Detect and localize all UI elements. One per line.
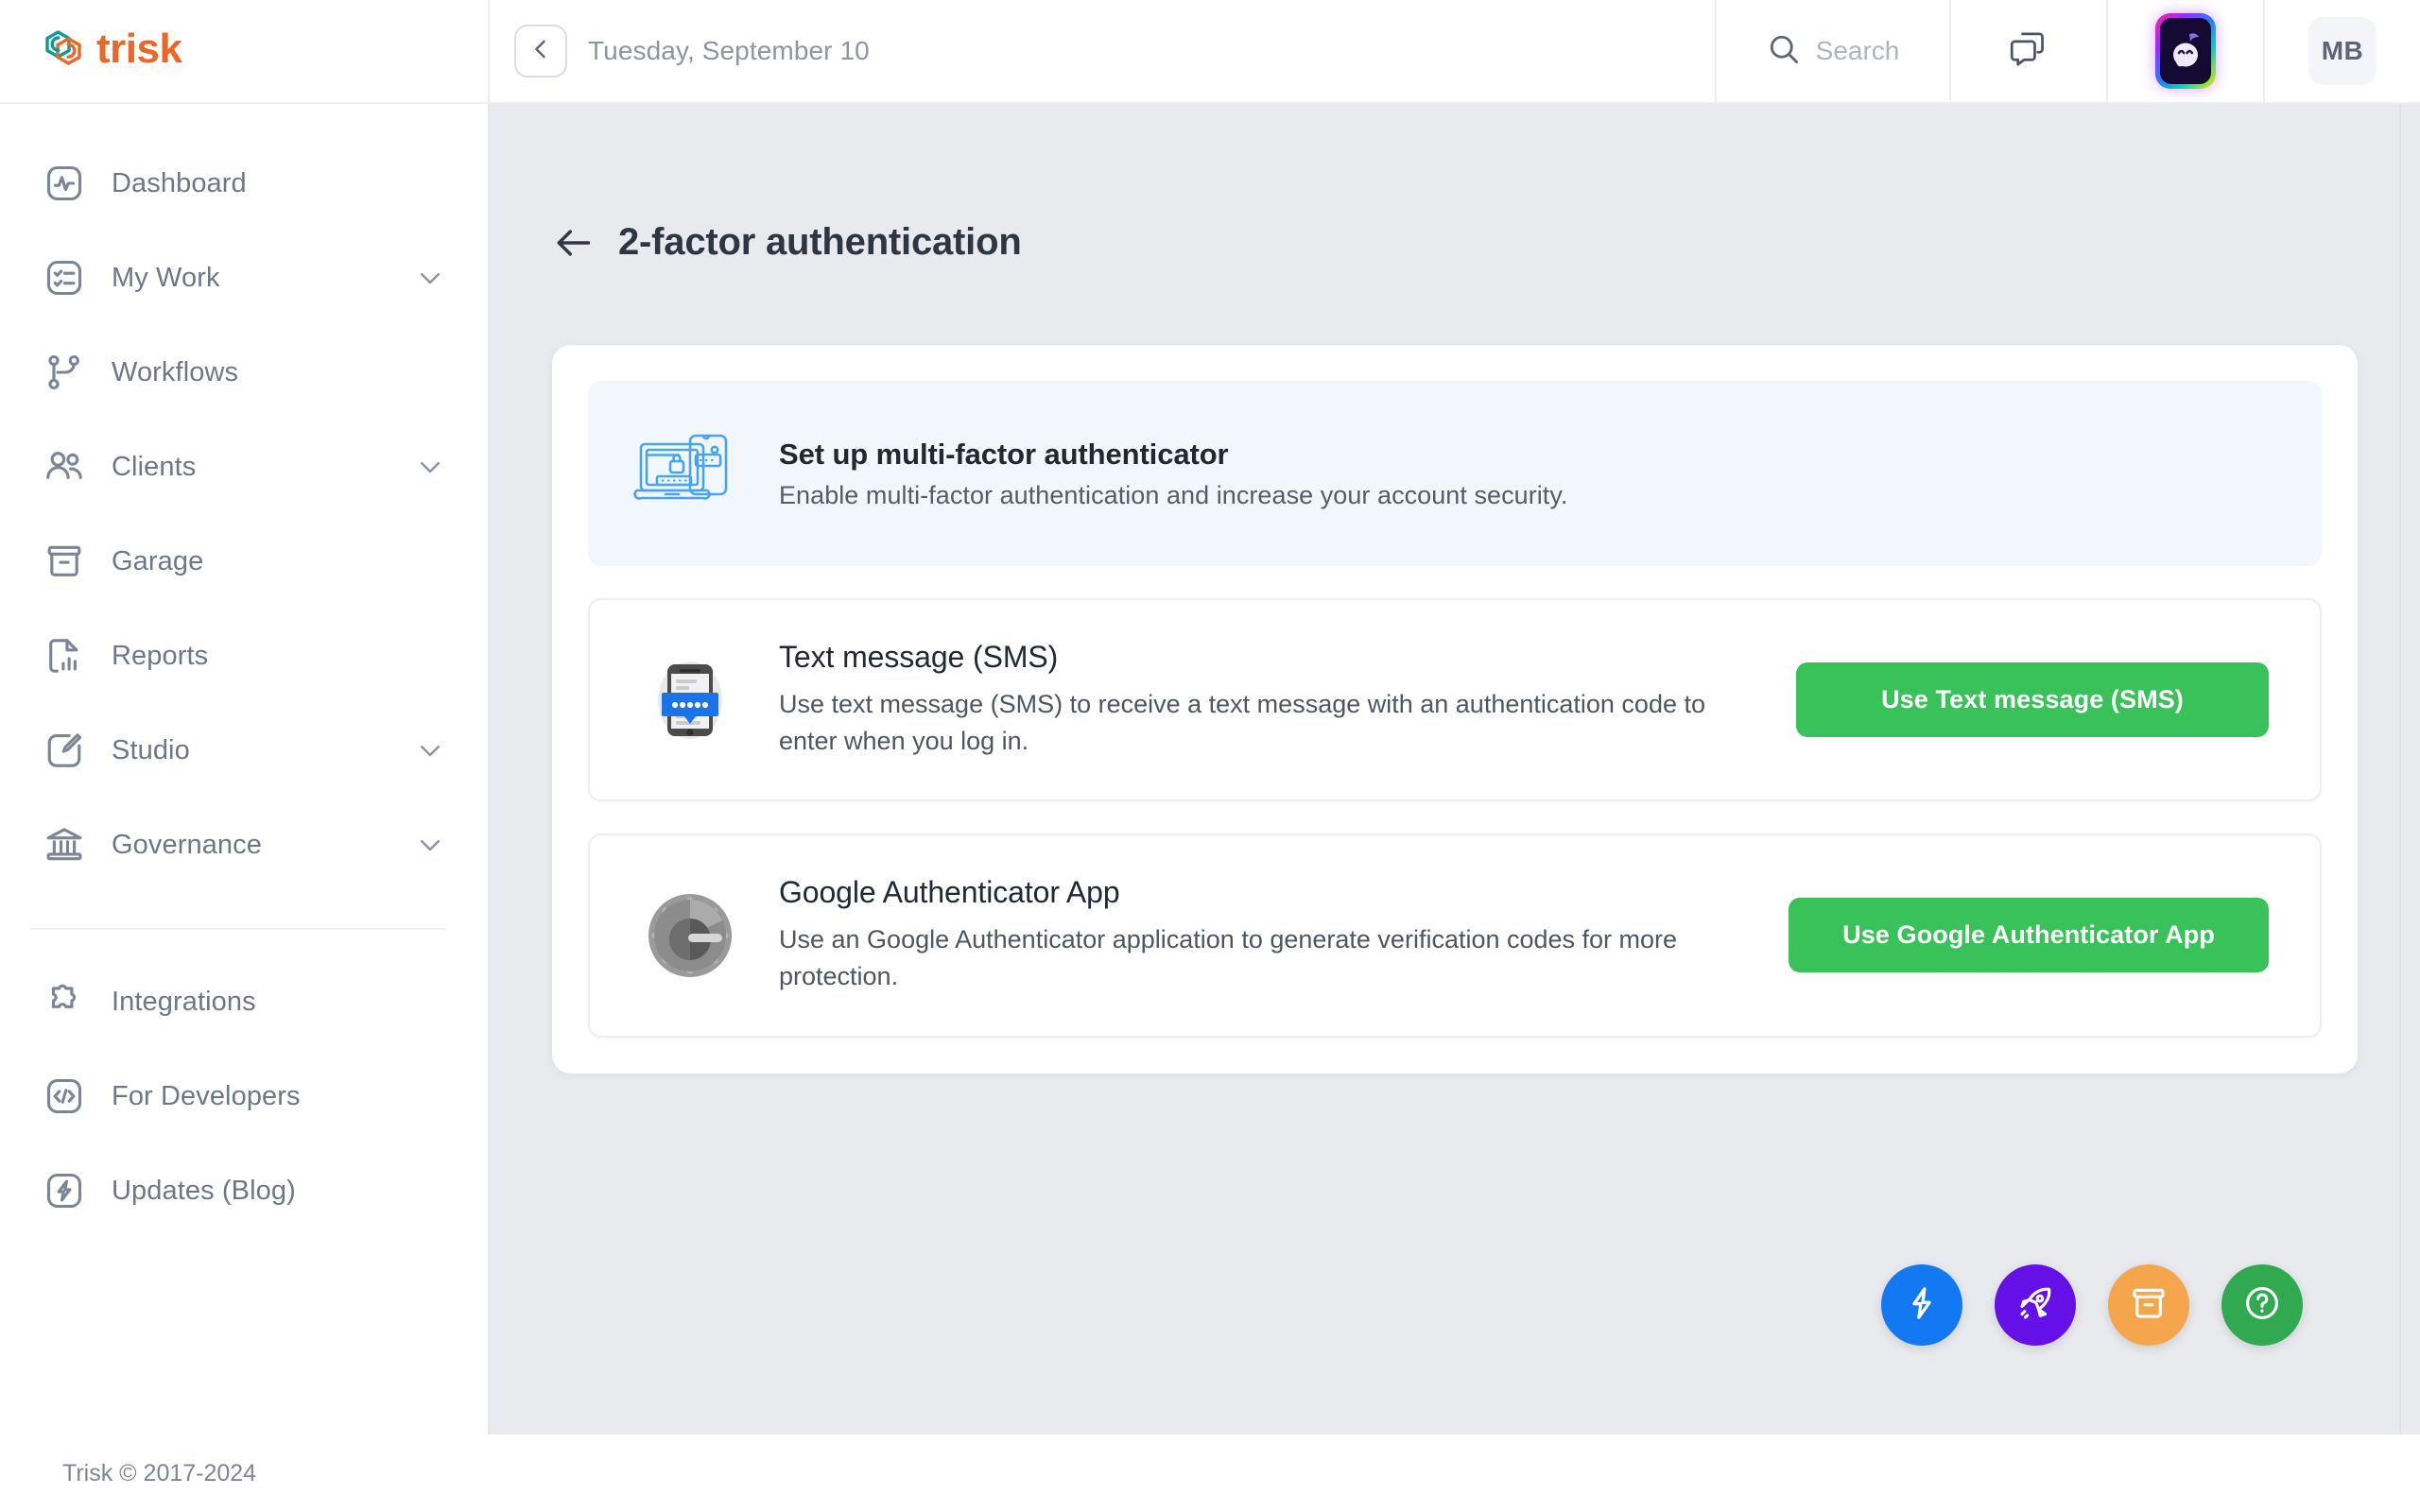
sidebar-item-label: For Developers [112, 1080, 301, 1111]
sidebar-item-label: Integrations [112, 986, 256, 1017]
sidebar-item-dashboard[interactable]: Dashboard [0, 136, 488, 231]
sidebar-secondary-group: Integrations For Developers Updates (Blo… [0, 930, 488, 1238]
page-title: 2-factor authentication [618, 221, 1022, 263]
sidebar-item-workflows[interactable]: Workflows [0, 325, 488, 420]
user-avatar-button[interactable]: MB [2263, 0, 2420, 102]
use-google-authenticator-app-button[interactable]: Use Google Authenticator App [1789, 898, 2269, 973]
fab-help[interactable] [2221, 1264, 2303, 1346]
users-icon [43, 446, 85, 488]
sidebar-item-for-developers[interactable]: For Developers [0, 1049, 488, 1143]
lightning-bolt-icon [43, 1170, 85, 1211]
top-bar: trisk Tuesday, September 10 Search MB [0, 0, 2420, 104]
ai-assistant-button[interactable] [2106, 0, 2263, 102]
chat-button[interactable] [1949, 0, 2106, 102]
sidebar-item-label: Studio [112, 734, 190, 765]
chevron-down-icon[interactable] [416, 831, 444, 859]
method-title: Text message (SMS) [779, 640, 1059, 674]
bank-columns-icon [43, 824, 85, 866]
sidebar: Dashboard My Work Workflows Clients Gara… [0, 104, 488, 1435]
main-scroll-region: 2-factor authentication Set up multi-fac… [490, 104, 2420, 1435]
sidebar-item-studio[interactable]: Studio [0, 703, 488, 798]
sidebar-item-clients[interactable]: Clients [0, 420, 488, 514]
method-card-google-authenticator: Google Authenticator App Use an Google A… [588, 833, 2322, 1038]
body-row: Dashboard My Work Workflows Clients Gara… [0, 104, 2420, 1435]
sidebar-item-label: Dashboard [112, 167, 247, 198]
copyright-text: Trisk © 2017-2024 [62, 1459, 257, 1486]
google-authenticator-vault-illustration-icon [641, 886, 739, 985]
workflow-branch-icon [43, 352, 85, 393]
chevron-down-icon[interactable] [416, 264, 444, 292]
page-header: 2-factor authentication [490, 104, 2420, 264]
sidebar-item-reports[interactable]: Reports [0, 609, 488, 703]
sidebar-item-my-work[interactable]: My Work [0, 231, 488, 325]
search-button[interactable]: Search [1715, 0, 1949, 102]
method-description: Use an Google Authenticator application … [779, 925, 1678, 991]
sidebar-item-label: Updates (Blog) [112, 1175, 296, 1206]
sidebar-item-updates-blog[interactable]: Updates (Blog) [0, 1143, 488, 1238]
chevron-down-icon[interactable] [416, 736, 444, 765]
main-content: 2-factor authentication Set up multi-fac… [488, 104, 2420, 1435]
mfa-banner-title: Set up multi-factor authenticator [779, 437, 1229, 471]
sidebar-item-garage[interactable]: Garage [0, 514, 488, 609]
method-body-google-authenticator: Google Authenticator App Use an Google A… [779, 875, 1749, 995]
search-placeholder-text: Search [1815, 36, 1900, 65]
app-root: trisk Tuesday, September 10 Search MB Da… [0, 0, 2420, 1512]
archive-box-icon [43, 541, 85, 582]
rocket-icon [2015, 1283, 2055, 1328]
trisk-hexagon-logo-icon [38, 25, 91, 77]
activity-pulse-icon [43, 163, 85, 204]
sidebar-item-label: Workflows [112, 356, 239, 387]
brand-wordmark: trisk [96, 26, 182, 72]
lightning-bolt-icon [1902, 1283, 1942, 1328]
sidebar-collapse-button[interactable] [514, 25, 567, 77]
method-body-sms: Text message (SMS) Use text message (SMS… [779, 640, 1756, 760]
chevron-down-icon[interactable] [416, 453, 444, 481]
top-bar-center: Tuesday, September 10 [488, 0, 1715, 102]
mfa-banner-subtitle: Enable multi-factor authentication and i… [779, 480, 1568, 509]
chevron-left-icon [527, 36, 554, 67]
vertical-scrollbar[interactable] [2399, 104, 2420, 1435]
fab-quick-actions[interactable] [1881, 1264, 1962, 1346]
mfa-setup-banner: Set up multi-factor authenticator Enable… [588, 381, 2322, 566]
mfa-banner-text: Set up multi-factor authenticator Enable… [779, 438, 1567, 510]
two-factor-panel: Set up multi-factor authenticator Enable… [552, 345, 2358, 1074]
method-title: Google Authenticator App [779, 875, 1120, 910]
sidebar-item-integrations[interactable]: Integrations [0, 954, 488, 1049]
floating-action-buttons [1881, 1264, 2303, 1346]
fab-archive[interactable] [2108, 1264, 2189, 1346]
method-description: Use text message (SMS) to receive a text… [779, 690, 1705, 756]
sidebar-item-label: Governance [112, 829, 262, 860]
sidebar-item-label: Garage [112, 545, 204, 576]
code-brackets-icon [43, 1075, 85, 1117]
paintbrush-icon [43, 730, 85, 771]
chat-bubbles-icon [2009, 29, 2048, 74]
search-icon [1767, 32, 1801, 71]
fab-whats-new[interactable] [1995, 1264, 2076, 1346]
method-card-sms: Text message (SMS) Use text message (SMS… [588, 598, 2322, 802]
sidebar-item-label: Reports [112, 640, 209, 671]
ai-assistant-avatar-icon [2155, 13, 2216, 89]
document-chart-icon [43, 635, 85, 677]
top-bar-actions: Search MB [1715, 0, 2420, 102]
laptop-phone-lock-illustration-icon [631, 419, 741, 528]
brand-logo[interactable]: trisk [0, 0, 488, 102]
use-text-message-sms-button[interactable]: Use Text message (SMS) [1796, 662, 2269, 738]
checklist-icon [43, 257, 85, 299]
current-date-label: Tuesday, September 10 [588, 36, 870, 65]
archive-box-icon [2129, 1283, 2169, 1328]
sidebar-item-governance[interactable]: Governance [0, 798, 488, 892]
arrow-left-icon[interactable] [552, 222, 594, 264]
question-mark-circle-icon [2242, 1283, 2282, 1328]
avatar: MB [2308, 17, 2377, 85]
footer: Trisk © 2017-2024 [0, 1435, 2420, 1512]
puzzle-piece-icon [43, 981, 85, 1022]
sidebar-item-label: Clients [112, 451, 197, 482]
phone-sms-bubble-illustration-icon [641, 651, 739, 749]
sidebar-item-label: My Work [112, 262, 220, 293]
